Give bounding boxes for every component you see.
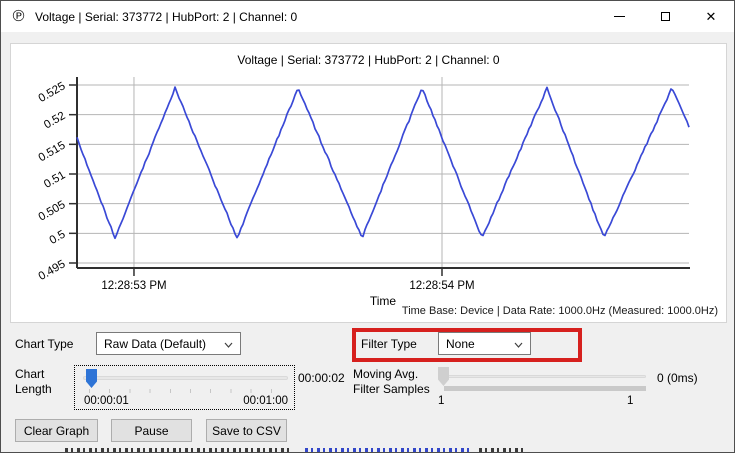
save-to-csv-button[interactable]: Save to CSV	[206, 419, 287, 442]
svg-text:12:28:54 PM: 12:28:54 PM	[409, 280, 474, 292]
moving-avg-max-label: 1	[627, 395, 634, 407]
clear-graph-button[interactable]: Clear Graph	[15, 419, 98, 442]
filter-type-value: None	[446, 336, 475, 351]
timebase-status: Time Base: Device | Data Rate: 1000.0Hz …	[401, 305, 718, 317]
clipped-text-fragment	[65, 448, 293, 452]
voltage-chart: 0.525 0.52 0.515 0.51 0.505 0.5 0.495 12:28:53 …	[37, 77, 690, 306]
svg-text:0.52: 0.52	[42, 110, 67, 132]
minimize-icon	[613, 16, 625, 17]
moving-avg-min-label: 1	[438, 395, 445, 407]
window-title: Voltage | Serial: 373772 | HubPort: 2 | …	[35, 9, 298, 24]
svg-text:0.515: 0.515	[37, 140, 68, 165]
maximize-button[interactable]	[642, 1, 688, 32]
svg-text:12:28:53 PM: 12:28:53 PM	[101, 280, 166, 292]
chart-length-slider-group: 00:00:01 00:01:00	[74, 365, 295, 410]
close-button[interactable]: ✕	[688, 1, 734, 32]
chart-panel: Voltage | Serial: 373772 | HubPort: 2 | …	[10, 43, 727, 323]
chart-type-value: Raw Data (Default)	[104, 336, 207, 351]
svg-text:0.505: 0.505	[37, 199, 68, 224]
chart-length-value: 00:00:02	[298, 371, 345, 385]
chevron-down-icon	[224, 342, 233, 348]
phidgets-app-icon: ℗	[12, 8, 25, 25]
chart-length-label: Chart Length	[15, 367, 52, 396]
app-window: ℗ Voltage | Serial: 373772 | HubPort: 2 …	[0, 0, 735, 453]
close-icon: ✕	[705, 9, 717, 24]
titlebar: ℗ Voltage | Serial: 373772 | HubPort: 2 …	[1, 1, 734, 32]
moving-avg-slider-thumb[interactable]	[438, 367, 449, 386]
chart-type-dropdown[interactable]: Raw Data (Default)	[96, 332, 241, 355]
moving-avg-slider-track[interactable]	[438, 375, 646, 378]
moving-avg-label: Moving Avg. Filter Samples	[353, 367, 430, 396]
chevron-down-icon	[514, 342, 523, 348]
moving-avg-slider-bar	[444, 386, 646, 391]
svg-text:Time: Time	[370, 294, 397, 306]
clipped-text-fragment	[479, 448, 523, 452]
chart-length-slider-thumb[interactable]	[86, 369, 97, 388]
moving-avg-value: 0 (0ms)	[657, 371, 698, 385]
chart-type-label: Chart Type	[15, 337, 74, 351]
svg-text:0.525: 0.525	[37, 80, 68, 105]
maximize-icon	[660, 12, 670, 21]
filter-type-label: Filter Type	[361, 337, 417, 351]
chart-length-slider-track[interactable]	[83, 376, 288, 380]
chart-length-min-label: 00:00:01	[84, 395, 129, 407]
pause-button[interactable]: Pause	[111, 419, 192, 442]
svg-text:0.495: 0.495	[37, 258, 68, 283]
clipped-text-fragment	[305, 448, 473, 452]
minimize-button[interactable]	[596, 1, 642, 32]
caption-buttons: ✕	[596, 1, 734, 32]
chart-length-max-label: 00:01:00	[243, 395, 288, 407]
chart-length-slider-ticks	[89, 389, 291, 393]
filter-type-dropdown[interactable]: None	[438, 332, 531, 355]
svg-text:0.5: 0.5	[48, 229, 68, 247]
svg-text:0.51: 0.51	[42, 169, 67, 191]
